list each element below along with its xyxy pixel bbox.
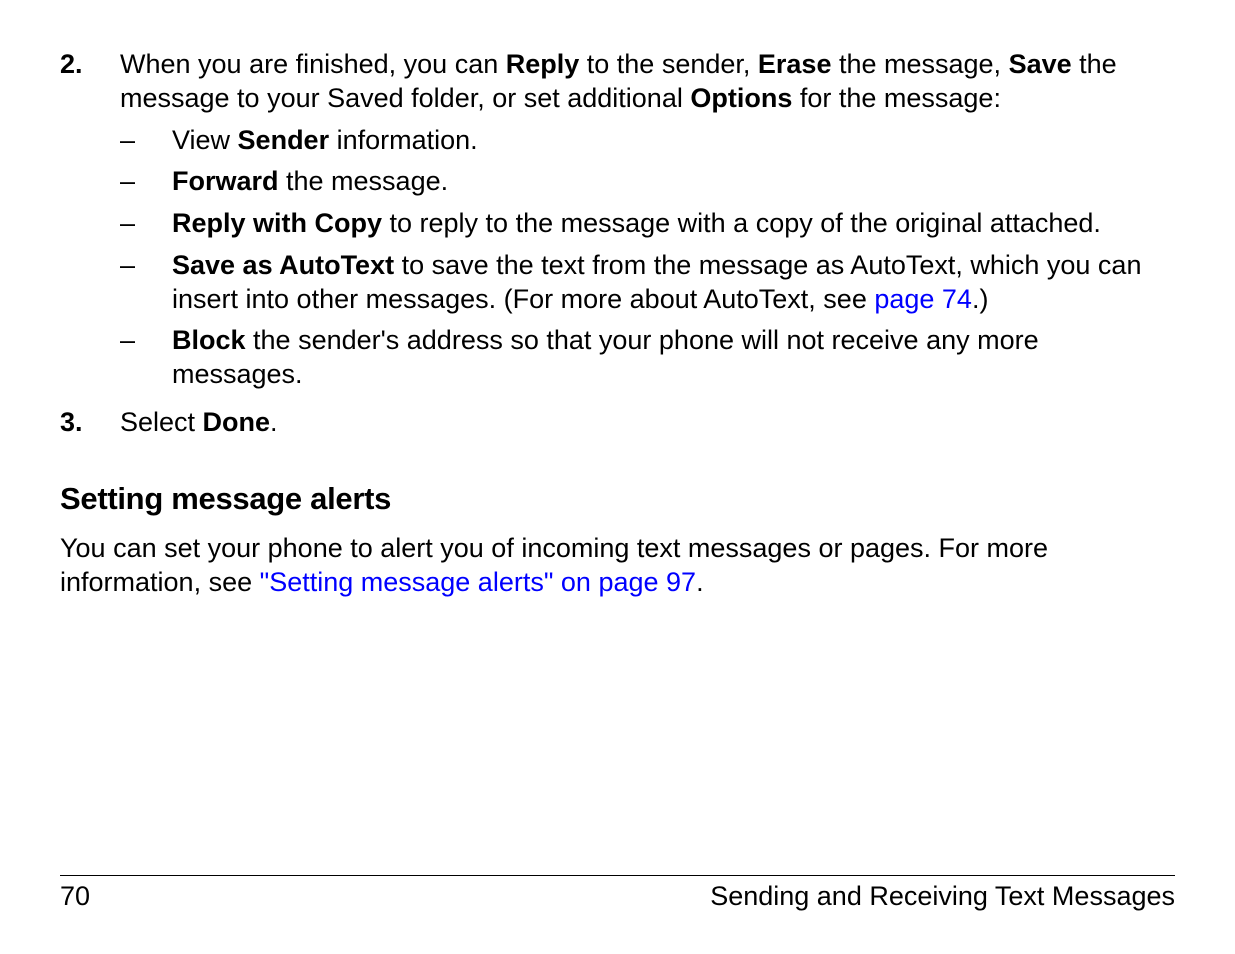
text: the sender's address so that your phone … <box>172 325 1039 389</box>
text: to the sender, <box>579 49 758 79</box>
section-heading: Setting message alerts <box>60 480 1175 519</box>
option-body: View Sender information. <box>172 124 1175 158</box>
step-number: 2. <box>60 48 120 400</box>
section-paragraph: You can set your phone to alert you of i… <box>60 532 1175 600</box>
text: Select <box>120 407 203 437</box>
page-footer: 70 Sending and Receiving Text Messages <box>60 875 1175 914</box>
option-body: Forward the message. <box>172 165 1175 199</box>
bold-options: Options <box>690 83 792 113</box>
link-page-97[interactable]: "Setting message alerts" on page 97 <box>260 567 696 597</box>
step-2: 2. When you are finished, you can Reply … <box>60 48 1175 400</box>
text: the message. <box>279 166 449 196</box>
step-number: 3. <box>60 406 120 440</box>
dash-icon: – <box>120 124 172 158</box>
dash-icon: – <box>120 249 172 317</box>
dash-icon: – <box>120 324 172 392</box>
bold-save: Save <box>1009 49 1072 79</box>
dash-icon: – <box>120 165 172 199</box>
option-reply-with-copy: – Reply with Copy to reply to the messag… <box>120 207 1175 241</box>
text: for the message: <box>792 83 1001 113</box>
footer-rule <box>60 875 1175 876</box>
dash-icon: – <box>120 207 172 241</box>
option-body: Reply with Copy to reply to the message … <box>172 207 1175 241</box>
option-sender: – View Sender information. <box>120 124 1175 158</box>
step-body: When you are finished, you can Reply to … <box>120 48 1175 400</box>
text: the message, <box>831 49 1008 79</box>
bold-save-autotext: Save as AutoText <box>172 250 394 280</box>
text: .) <box>972 284 989 314</box>
footer-row: 70 Sending and Receiving Text Messages <box>60 880 1175 914</box>
bold-sender: Sender <box>238 125 330 155</box>
bold-forward: Forward <box>172 166 279 196</box>
bold-block: Block <box>172 325 246 355</box>
options-list: – View Sender information. – Forward the… <box>120 124 1175 392</box>
text: to reply to the message with a copy of t… <box>382 208 1101 238</box>
bold-done: Done <box>203 407 271 437</box>
page-number: 70 <box>60 880 90 914</box>
option-body: Block the sender's address so that your … <box>172 324 1175 392</box>
text: information. <box>329 125 478 155</box>
text: View <box>172 125 238 155</box>
text: . <box>270 407 278 437</box>
text: . <box>696 567 704 597</box>
chapter-title: Sending and Receiving Text Messages <box>710 880 1175 914</box>
option-save-autotext: – Save as AutoText to save the text from… <box>120 249 1175 317</box>
bold-reply: Reply <box>506 49 580 79</box>
option-block: – Block the sender's address so that you… <box>120 324 1175 392</box>
option-forward: – Forward the message. <box>120 165 1175 199</box>
bold-erase: Erase <box>758 49 832 79</box>
option-body: Save as AutoText to save the text from t… <box>172 249 1175 317</box>
link-page-74[interactable]: page 74 <box>874 284 972 314</box>
step-3: 3. Select Done. <box>60 406 1175 440</box>
bold-reply-with-copy: Reply with Copy <box>172 208 382 238</box>
step-body: Select Done. <box>120 406 1175 440</box>
text: When you are finished, you can <box>120 49 506 79</box>
page-content: 2. When you are finished, you can Reply … <box>0 0 1235 954</box>
